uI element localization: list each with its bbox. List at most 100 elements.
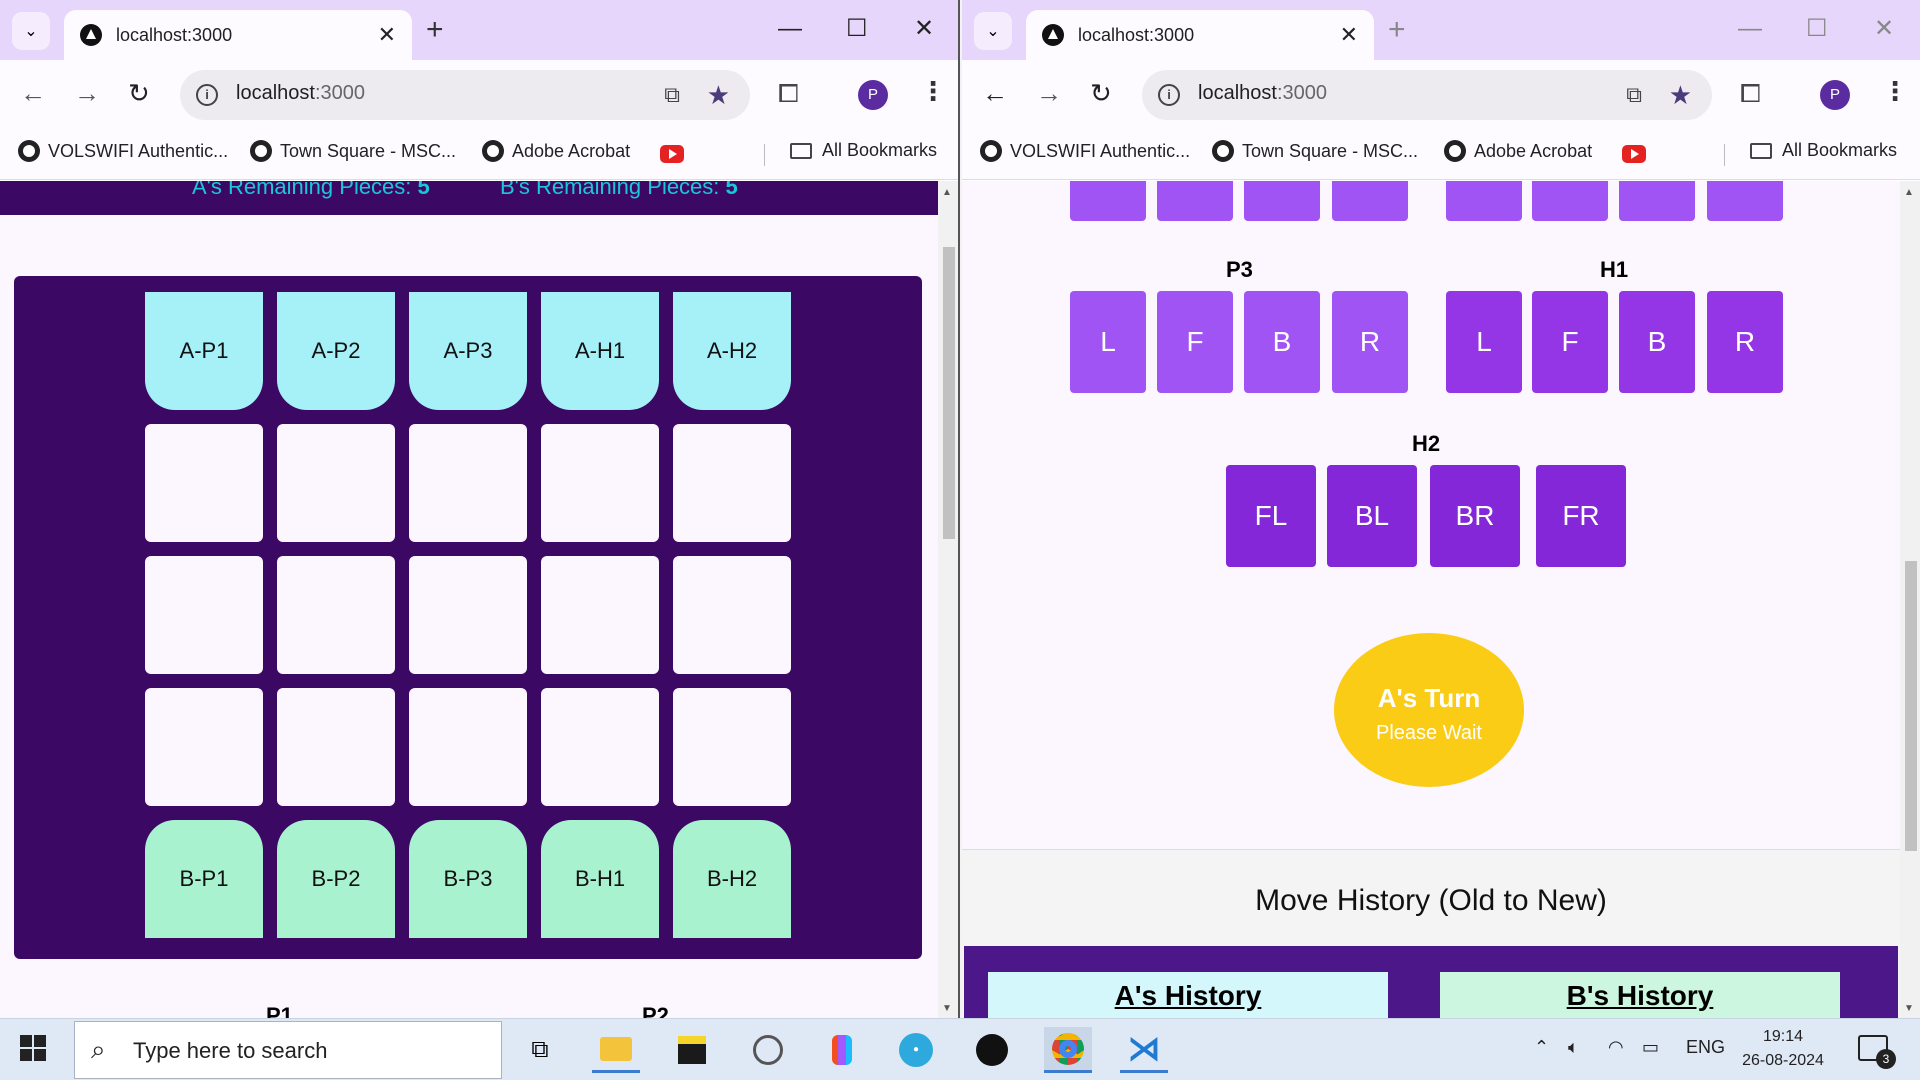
tab-search-button[interactable]: ⌄ bbox=[12, 12, 50, 50]
piece-b-p2[interactable]: B-P2 bbox=[277, 820, 395, 938]
forward-icon[interactable]: → bbox=[1036, 78, 1062, 108]
browser-tab[interactable]: localhost:3000 ✕ bbox=[1026, 10, 1374, 60]
page-scrollbar[interactable]: ▲ ▼ bbox=[1900, 181, 1920, 1018]
h2-move-bl[interactable]: BL bbox=[1327, 465, 1417, 567]
task-view-icon[interactable]: ⧉ bbox=[516, 1027, 564, 1073]
language-indicator[interactable]: ENG bbox=[1686, 1037, 1725, 1058]
volume-icon[interactable]: 🔈︎ bbox=[1568, 1037, 1579, 1058]
bookmark-adobe-acrobat[interactable]: Adobe Acrobat bbox=[482, 140, 630, 162]
bookmark-youtube[interactable] bbox=[1622, 145, 1646, 163]
page-scrollbar[interactable]: ▲ ▼ bbox=[938, 181, 958, 1018]
chrome-icon[interactable] bbox=[1044, 1027, 1092, 1073]
bookmark-adobe-acrobat[interactable]: Adobe Acrobat bbox=[1444, 140, 1592, 162]
site-info-icon[interactable]: i bbox=[1158, 84, 1180, 106]
minimize-icon[interactable]: — bbox=[1738, 14, 1762, 44]
open-in-app-icon[interactable]: ⧉ bbox=[1626, 82, 1642, 108]
board-cell[interactable] bbox=[541, 556, 659, 674]
browser-tab[interactable]: localhost:3000 ✕ bbox=[64, 10, 412, 60]
tab-search-button[interactable]: ⌄ bbox=[974, 12, 1012, 50]
piece-b-p1[interactable]: B-P1 bbox=[145, 820, 263, 938]
board-cell[interactable] bbox=[673, 688, 791, 806]
scroll-up-icon[interactable]: ▲ bbox=[942, 187, 952, 198]
maximize-icon[interactable]: ☐ bbox=[846, 14, 868, 44]
board-cell[interactable] bbox=[277, 556, 395, 674]
open-in-app-icon[interactable]: ⧉ bbox=[664, 82, 680, 108]
move-button-partial[interactable] bbox=[1070, 181, 1146, 221]
scroll-up-icon[interactable]: ▲ bbox=[1904, 187, 1914, 198]
board-cell[interactable] bbox=[277, 424, 395, 542]
profile-avatar[interactable]: P bbox=[1820, 80, 1850, 110]
piece-a-p3[interactable]: A-P3 bbox=[409, 292, 527, 410]
board-cell[interactable] bbox=[277, 688, 395, 806]
board-cell[interactable] bbox=[673, 556, 791, 674]
move-button-partial[interactable] bbox=[1532, 181, 1608, 221]
site-info-icon[interactable]: i bbox=[196, 84, 218, 106]
p3-move-b[interactable]: B bbox=[1244, 291, 1320, 393]
board-cell[interactable] bbox=[145, 424, 263, 542]
move-button-partial[interactable] bbox=[1446, 181, 1522, 221]
system-clock[interactable]: 19:14 26-08-2024 bbox=[1738, 1025, 1828, 1073]
address-bar[interactable]: i localhost:3000 ⧉ ★ bbox=[1142, 70, 1712, 120]
reload-icon[interactable]: ↻ bbox=[1090, 78, 1112, 108]
board-cell[interactable] bbox=[409, 424, 527, 542]
windows-start-icon[interactable] bbox=[20, 1035, 48, 1063]
bookmark-volswifi[interactable]: VOLSWIFI Authentic... bbox=[18, 140, 228, 162]
piece-a-p1[interactable]: A-P1 bbox=[145, 292, 263, 410]
scroll-down-icon[interactable]: ▼ bbox=[1904, 1003, 1914, 1014]
bookmark-youtube[interactable] bbox=[660, 145, 684, 163]
piece-a-p2[interactable]: A-P2 bbox=[277, 292, 395, 410]
board-cell[interactable] bbox=[145, 556, 263, 674]
move-button-partial[interactable] bbox=[1332, 181, 1408, 221]
move-button-partial[interactable] bbox=[1244, 181, 1320, 221]
board-cell[interactable] bbox=[673, 424, 791, 542]
sticky-notes-icon[interactable] bbox=[668, 1027, 716, 1073]
all-bookmarks[interactable]: All Bookmarks bbox=[790, 140, 937, 161]
h2-move-br[interactable]: BR bbox=[1430, 465, 1520, 567]
vscode-icon[interactable]: ⋊ bbox=[1120, 1027, 1168, 1073]
taskbar-search-box[interactable]: ⌕ Type here to search bbox=[74, 1021, 502, 1079]
profile-avatar[interactable]: P bbox=[858, 80, 888, 110]
file-explorer-icon[interactable] bbox=[592, 1027, 640, 1073]
bookmark-volswifi[interactable]: VOLSWIFI Authentic... bbox=[980, 140, 1190, 162]
close-window-icon[interactable]: ✕ bbox=[1874, 14, 1894, 44]
board-cell[interactable] bbox=[409, 688, 527, 806]
h1-move-l[interactable]: L bbox=[1446, 291, 1522, 393]
new-tab-button[interactable]: + bbox=[1388, 14, 1406, 46]
p3-move-f[interactable]: F bbox=[1157, 291, 1233, 393]
bookmark-star-icon[interactable]: ★ bbox=[1669, 80, 1692, 111]
reload-icon[interactable]: ↻ bbox=[128, 78, 150, 108]
menu-icon[interactable]: ⋮ bbox=[1882, 76, 1908, 107]
bookmark-star-icon[interactable]: ★ bbox=[707, 80, 730, 111]
address-bar[interactable]: i localhost:3000 ⧉ ★ bbox=[180, 70, 750, 120]
back-icon[interactable]: ← bbox=[982, 78, 1008, 108]
scroll-thumb[interactable] bbox=[943, 247, 955, 539]
maximize-icon[interactable]: ☐ bbox=[1806, 14, 1828, 44]
piece-b-p3[interactable]: B-P3 bbox=[409, 820, 527, 938]
board-cell[interactable] bbox=[541, 424, 659, 542]
extensions-icon[interactable]: ⧠ bbox=[778, 78, 799, 110]
p3-move-r[interactable]: R bbox=[1332, 291, 1408, 393]
board-cell[interactable] bbox=[145, 688, 263, 806]
back-icon[interactable]: ← bbox=[20, 78, 46, 108]
notification-center-icon[interactable]: 3 bbox=[1858, 1035, 1896, 1069]
close-window-icon[interactable]: ✕ bbox=[914, 14, 934, 44]
scroll-thumb[interactable] bbox=[1905, 561, 1917, 851]
bookmark-town-square[interactable]: Town Square - MSC... bbox=[1212, 140, 1418, 162]
move-button-partial[interactable] bbox=[1157, 181, 1233, 221]
new-tab-button[interactable]: + bbox=[426, 14, 444, 46]
figma-icon[interactable] bbox=[818, 1027, 866, 1073]
move-button-partial[interactable] bbox=[1619, 181, 1695, 221]
clock-app-icon[interactable] bbox=[744, 1027, 792, 1073]
board-cell[interactable] bbox=[409, 556, 527, 674]
p3-move-l[interactable]: L bbox=[1070, 291, 1146, 393]
all-bookmarks[interactable]: All Bookmarks bbox=[1750, 140, 1897, 161]
board-cell[interactable] bbox=[541, 688, 659, 806]
h1-move-f[interactable]: F bbox=[1532, 291, 1608, 393]
scroll-down-icon[interactable]: ▼ bbox=[942, 1003, 952, 1014]
h1-move-b[interactable]: B bbox=[1619, 291, 1695, 393]
canva-icon[interactable]: ● bbox=[892, 1027, 940, 1073]
h2-move-fl[interactable]: FL bbox=[1226, 465, 1316, 567]
bookmark-town-square[interactable]: Town Square - MSC... bbox=[250, 140, 456, 162]
close-tab-icon[interactable]: ✕ bbox=[378, 22, 396, 48]
b-history-panel[interactable]: B's History bbox=[1440, 972, 1840, 1018]
